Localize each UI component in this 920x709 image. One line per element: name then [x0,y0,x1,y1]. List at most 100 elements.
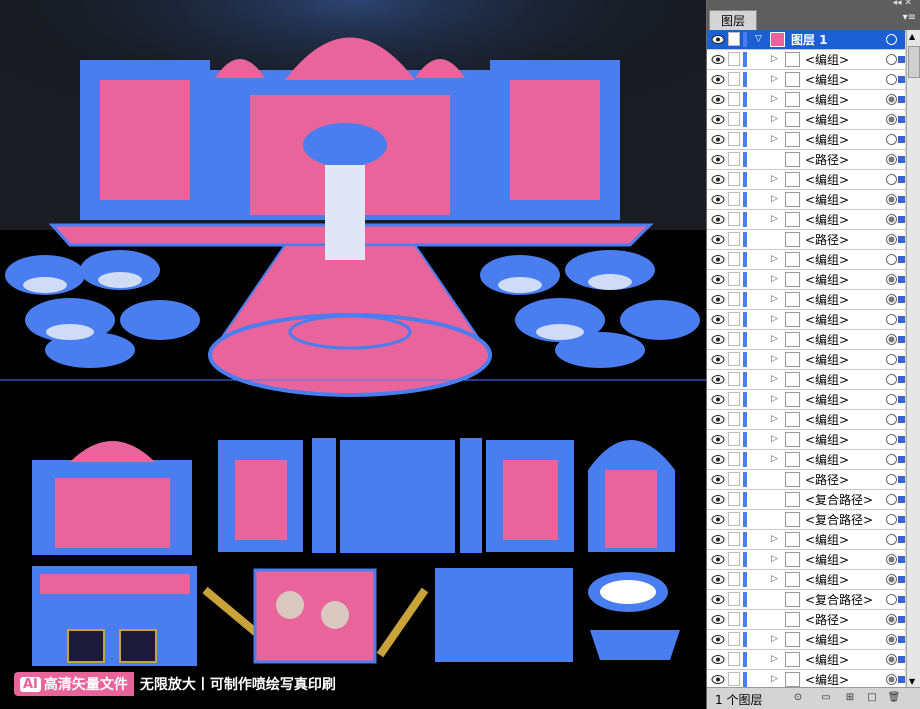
lock-toggle[interactable] [728,472,740,486]
visibility-eye-icon[interactable] [711,274,725,285]
expand-arrow-icon[interactable]: ▷ [771,274,778,284]
layer-name[interactable]: <编组> [805,392,849,408]
layer-name[interactable]: <路径> [805,152,849,168]
expand-arrow-icon[interactable]: ▷ [771,434,778,444]
selection-square-icon[interactable] [898,576,905,583]
target-circle-icon[interactable] [886,294,897,305]
selection-square-icon[interactable] [898,396,905,403]
layer-name[interactable]: <编组> [805,652,849,668]
visibility-eye-icon[interactable] [711,594,725,605]
target-circle-icon[interactable] [886,214,897,225]
expand-arrow-icon[interactable]: ▷ [771,254,778,264]
layer-name[interactable]: <编组> [805,332,849,348]
expand-arrow-icon[interactable]: ▷ [771,534,778,544]
scroll-up-icon[interactable]: ▲ [909,32,915,41]
layer-list[interactable]: ▽ 图层 1 ▷ <编组> ▷ <编组> ▷ <编组> ▷ <编组> ▷ <编组> <路径> ▷ <编组… [707,30,905,688]
target-circle-icon[interactable] [886,194,897,205]
scroll-thumb[interactable] [908,46,920,78]
selection-square-icon[interactable] [898,296,905,303]
lock-toggle[interactable] [728,372,740,386]
layer-list-scrollbar[interactable]: ▲ ▼ [906,30,920,688]
layer-name[interactable]: <路径> [805,472,849,488]
selection-square-icon[interactable] [898,276,905,283]
expand-arrow-icon[interactable]: ▷ [771,194,778,204]
visibility-eye-icon[interactable] [711,574,725,585]
visibility-eye-icon[interactable] [711,334,725,345]
target-circle-icon[interactable] [886,494,897,505]
layer-row[interactable]: ▷ <编组> [707,270,905,290]
visibility-eye-icon[interactable] [711,94,725,105]
selection-square-icon[interactable] [898,416,905,423]
layer-name[interactable]: <路径> [805,232,849,248]
target-circle-icon[interactable] [886,134,897,145]
target-circle-icon[interactable] [886,254,897,265]
target-circle-icon[interactable] [886,154,897,165]
layer-name[interactable]: <复合路径> [805,492,873,508]
layer-name[interactable]: <编组> [805,172,849,188]
visibility-eye-icon[interactable] [711,614,725,625]
expand-arrow-icon[interactable]: ▷ [771,214,778,224]
layer-name[interactable]: <编组> [805,312,849,328]
visibility-eye-icon[interactable] [711,114,725,125]
lock-toggle[interactable] [728,152,740,166]
visibility-eye-icon[interactable] [711,534,725,545]
expand-arrow-icon[interactable]: ▷ [771,654,778,664]
target-circle-icon[interactable] [886,534,897,545]
layer-row[interactable]: ▷ <编组> [707,630,905,650]
target-circle-icon[interactable] [886,574,897,585]
selection-square-icon[interactable] [898,596,905,603]
lock-toggle[interactable] [728,92,740,106]
lock-toggle[interactable] [728,652,740,666]
layer-row[interactable]: <复合路径> [707,490,905,510]
lock-toggle[interactable] [728,592,740,606]
collapse-icon[interactable]: ◂◂ ✕ [893,0,912,8]
layer-name[interactable]: <编组> [805,552,849,568]
lock-toggle[interactable] [728,572,740,586]
panel-menu-icon[interactable]: ▾≡ [903,12,916,23]
layer-row[interactable]: ▷ <编组> [707,250,905,270]
selection-square-icon[interactable] [898,376,905,383]
layer-name[interactable]: <编组> [805,252,849,268]
visibility-eye-icon[interactable] [711,34,725,45]
layer-name[interactable]: <编组> [805,92,849,108]
layer-name[interactable]: <编组> [805,52,849,68]
lock-toggle[interactable] [728,332,740,346]
visibility-eye-icon[interactable] [711,414,725,425]
lock-toggle[interactable] [728,672,740,686]
selection-square-icon[interactable] [898,336,905,343]
visibility-eye-icon[interactable] [711,74,725,85]
selection-square-icon[interactable] [898,356,905,363]
layer-name[interactable]: <编组> [805,632,849,648]
selection-square-icon[interactable] [898,216,905,223]
expand-arrow-icon[interactable]: ▷ [771,354,778,364]
lock-toggle[interactable] [728,412,740,426]
layer-name[interactable]: <编组> [805,372,849,388]
layer-row[interactable]: ▷ <编组> [707,570,905,590]
lock-toggle[interactable] [728,512,740,526]
target-circle-icon[interactable] [886,434,897,445]
selection-square-icon[interactable] [898,616,905,623]
target-circle-icon[interactable] [886,334,897,345]
selection-square-icon[interactable] [898,56,905,63]
target-circle-icon[interactable] [886,74,897,85]
panel-titlebar[interactable]: ◂◂ ✕ [707,0,920,8]
expand-arrow-icon[interactable]: ▷ [771,454,778,464]
target-circle-icon[interactable] [886,234,897,245]
selection-square-icon[interactable] [898,316,905,323]
layer-row[interactable]: <路径> [707,470,905,490]
visibility-eye-icon[interactable] [711,314,725,325]
visibility-eye-icon[interactable] [711,174,725,185]
expand-arrow-icon[interactable]: ▷ [771,574,778,584]
lock-toggle[interactable] [728,432,740,446]
layer-row[interactable]: <路径> [707,610,905,630]
target-circle-icon[interactable] [886,94,897,105]
lock-toggle[interactable] [728,612,740,626]
expand-arrow-icon[interactable]: ▷ [771,394,778,404]
target-circle-icon[interactable] [886,414,897,425]
lock-toggle[interactable] [728,172,740,186]
locate-object-icon[interactable]: ⊙ [791,691,805,705]
layer-row[interactable]: ▷ <编组> [707,110,905,130]
target-circle-icon[interactable] [886,314,897,325]
lock-toggle[interactable] [728,292,740,306]
new-sublayer-icon[interactable]: ⊞ [843,691,857,705]
